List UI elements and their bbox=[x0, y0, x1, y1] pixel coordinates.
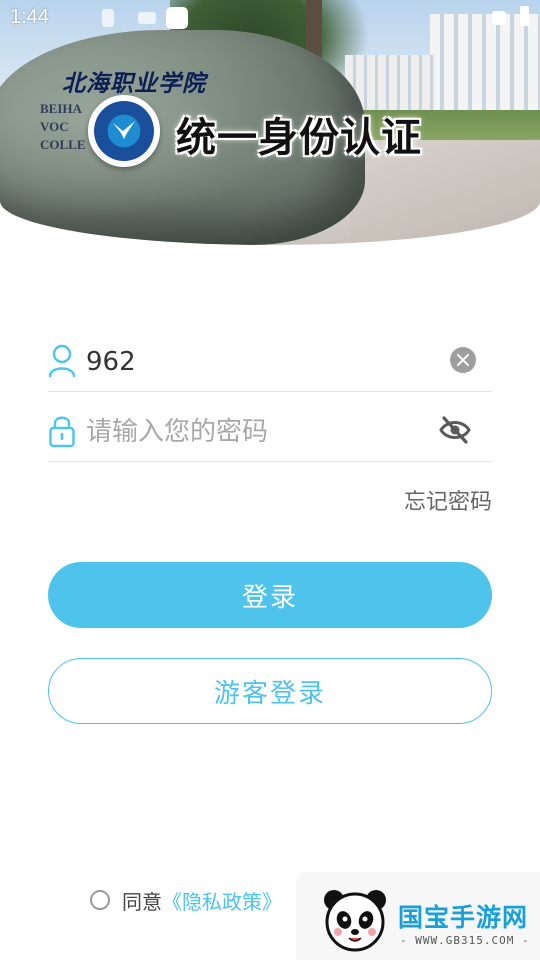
bird-icon bbox=[113, 121, 135, 139]
username-field bbox=[48, 332, 492, 392]
stone-inscription-en-line: COLLE bbox=[40, 137, 86, 152]
lock-icon bbox=[49, 416, 75, 448]
page-title: 统一身份认证 bbox=[176, 115, 422, 161]
eye-off-icon[interactable] bbox=[438, 414, 472, 446]
clear-icon[interactable] bbox=[450, 347, 476, 373]
privacy-agreement: 同意 《隐私政策》 bbox=[90, 886, 282, 914]
site-watermark: 国宝手游网 - WWW.GB315.COM - bbox=[296, 872, 540, 960]
privacy-policy-link[interactable]: 《隐私政策》 bbox=[162, 886, 282, 915]
agree-radio[interactable] bbox=[90, 890, 110, 910]
stone-inscription-en: BEIHA VOC COLLE bbox=[40, 100, 86, 154]
emblem-inner bbox=[94, 101, 154, 161]
stone-inscription-cn: 北海职业学院 bbox=[62, 70, 206, 97]
signal-icon bbox=[492, 11, 506, 25]
status-time: 1:44 bbox=[10, 6, 49, 28]
college-emblem-icon bbox=[88, 95, 160, 167]
guest-login-button[interactable]: 游客登录 bbox=[48, 658, 492, 724]
user-icon bbox=[48, 344, 76, 378]
app-notification-icon bbox=[166, 7, 188, 29]
stone-inscription-en-line: VOC bbox=[40, 119, 69, 134]
keyboard-icon bbox=[138, 12, 156, 24]
username-input[interactable] bbox=[86, 342, 436, 382]
panda-icon bbox=[324, 890, 386, 952]
stone-inscription-en-line: BEIHA bbox=[40, 101, 82, 116]
agree-label: 同意 bbox=[122, 889, 162, 914]
watermark-url: - WWW.GB315.COM - bbox=[400, 934, 530, 947]
header-banner: 北海职业学院 BEIHA VOC COLLE 统一身份认证 bbox=[0, 0, 540, 245]
password-input[interactable] bbox=[86, 412, 436, 452]
battery-icon bbox=[520, 6, 529, 26]
watermark-brand: 国宝手游网 bbox=[398, 903, 529, 932]
status-bar: 1:44 bbox=[0, 0, 540, 36]
login-button[interactable]: 登录 bbox=[48, 562, 492, 628]
password-field bbox=[48, 402, 492, 462]
notification-icon bbox=[102, 9, 114, 27]
forgot-password-link[interactable]: 忘记密码 bbox=[404, 484, 492, 516]
